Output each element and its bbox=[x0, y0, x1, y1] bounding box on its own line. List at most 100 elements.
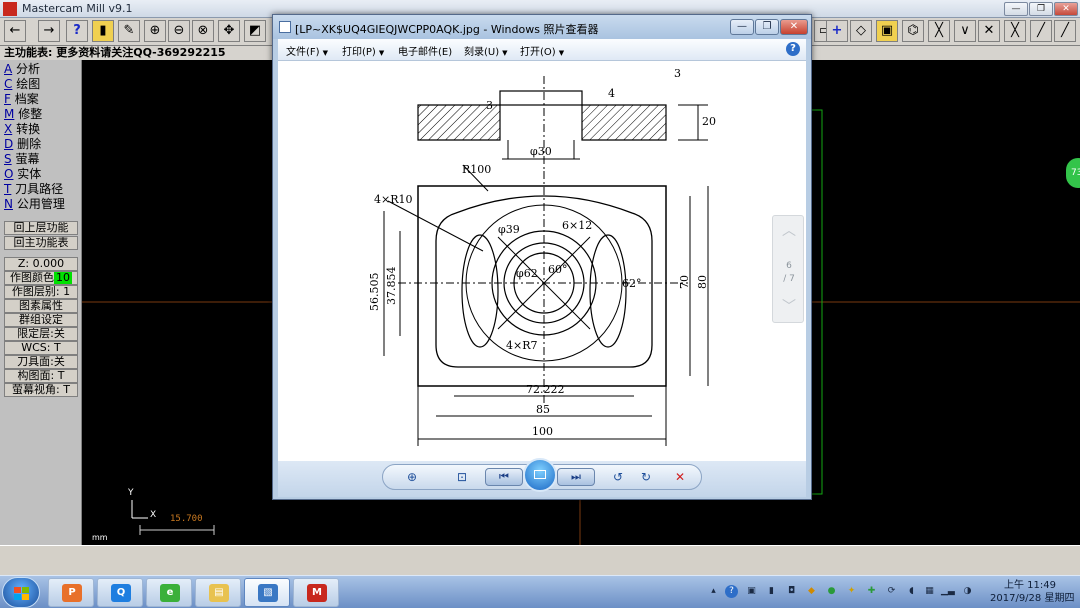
taskbar-qq[interactable]: Q bbox=[97, 578, 143, 607]
toolpath-2-icon[interactable]: ∨ bbox=[954, 20, 976, 42]
back-up-button[interactable]: 回上层功能 bbox=[4, 221, 78, 235]
menu-file[interactable]: 文件(F) ▼ bbox=[286, 43, 328, 58]
rotate-ccw-icon[interactable]: ↺ bbox=[609, 469, 627, 485]
viewer-maximize-button[interactable]: ❐ bbox=[755, 19, 779, 35]
line-2-icon[interactable]: ╱ bbox=[1054, 20, 1076, 42]
axis-y-label: Y bbox=[128, 488, 134, 498]
tray-shield-icon[interactable]: ◆ bbox=[805, 585, 818, 598]
zoom-window-icon[interactable]: ⊖ bbox=[168, 20, 190, 42]
file-icon[interactable]: ▮ bbox=[92, 20, 114, 42]
tray-expand-icon[interactable]: ▴ bbox=[707, 585, 720, 598]
tray-keyboard-icon[interactable]: ▦ bbox=[923, 585, 936, 598]
menu-item-nc-utils[interactable]: N 公用管理 bbox=[4, 197, 65, 212]
image-file-icon bbox=[279, 21, 291, 33]
toolpath-3-icon[interactable]: ✕ bbox=[978, 20, 1000, 42]
toolplane-button[interactable]: 刀具面:关 bbox=[4, 355, 78, 369]
page-up-icon[interactable]: ︿ bbox=[779, 224, 799, 238]
pdf-app-icon: P bbox=[62, 584, 82, 602]
tree-icon[interactable]: ⌬ bbox=[902, 20, 924, 42]
clock[interactable]: 上午 11:49 2017/9/28 星期四 bbox=[990, 579, 1075, 605]
menu-item-screen[interactable]: S 萤幕 bbox=[4, 152, 39, 167]
back-arrow-icon[interactable]: ← bbox=[4, 20, 26, 42]
next-button[interactable]: ⏭ bbox=[557, 468, 595, 486]
control-bar: ⊕ ⊡ ⏮ ⏭ ↺ ↻ ✕ bbox=[382, 458, 702, 492]
side-badge[interactable]: 73 bbox=[1066, 158, 1080, 188]
add-icon[interactable]: + bbox=[826, 20, 848, 42]
page-indicator: 6 / 7 bbox=[783, 261, 795, 284]
previous-button[interactable]: ⏮ bbox=[485, 468, 523, 486]
rotate-cw-icon[interactable]: ↻ bbox=[637, 469, 655, 485]
viewer-help-icon[interactable]: ? bbox=[786, 42, 800, 56]
tray-security-icon[interactable]: ● bbox=[825, 585, 838, 598]
system-tray: ▴ ? ▣ ▮ ◘ ◆ ● ✦ ✚ ⟳ ◖ ▦ ▁▃ ◑ bbox=[705, 576, 980, 608]
pan-icon[interactable]: ✥ bbox=[218, 20, 240, 42]
close-button[interactable]: ✕ bbox=[1054, 2, 1078, 16]
zoom-icon[interactable]: ⊕ bbox=[403, 469, 421, 485]
menu-open[interactable]: 打开(O) ▼ bbox=[520, 43, 564, 58]
dim-4: 4 bbox=[608, 87, 615, 100]
tray-network-icon[interactable]: ✦ bbox=[845, 585, 858, 598]
clock-date: 2017/9/28 星期四 bbox=[990, 593, 1075, 604]
edit-icon[interactable]: ✎ bbox=[118, 20, 140, 42]
select-icon[interactable]: ◩ bbox=[244, 20, 266, 42]
groups-button[interactable]: 群组设定 bbox=[4, 313, 78, 327]
menu-email[interactable]: 电子邮件(E) bbox=[398, 43, 452, 58]
tray-update-icon[interactable]: ✚ bbox=[865, 585, 878, 598]
forward-arrow-icon[interactable]: → bbox=[38, 20, 60, 42]
taskbar-pdf[interactable]: P bbox=[48, 578, 94, 607]
actual-size-icon[interactable]: ⊡ bbox=[453, 469, 471, 485]
zoom-icon[interactable]: ⊕ bbox=[144, 20, 166, 42]
color-button[interactable]: 作图颜色 10 bbox=[4, 271, 78, 285]
zoom-fit-icon[interactable]: ⊗ bbox=[192, 20, 214, 42]
taskbar-ie[interactable]: e bbox=[146, 578, 192, 607]
tray-volume-icon[interactable]: ◑ bbox=[961, 585, 974, 598]
z-depth-button[interactable]: Z: 0.000 bbox=[4, 257, 78, 271]
gview-button[interactable]: 萤幕视角: T bbox=[4, 383, 78, 397]
taskbar-photo-viewer[interactable]: ▧ bbox=[244, 578, 290, 607]
minimize-button[interactable]: — bbox=[1004, 2, 1028, 16]
tray-help-icon[interactable]: ? bbox=[725, 585, 738, 598]
tray-usb-icon[interactable]: ▮ bbox=[765, 585, 778, 598]
tray-speaker-icon[interactable]: ◖ bbox=[905, 585, 918, 598]
mask-button[interactable]: 限定层:关 bbox=[4, 327, 78, 341]
menu-item-file[interactable]: F 档案 bbox=[4, 92, 39, 107]
delete-icon[interactable]: ✕ bbox=[671, 469, 689, 485]
tray-device-icon[interactable]: ◘ bbox=[785, 585, 798, 598]
menu-burn[interactable]: 刻录(U) ▼ bbox=[464, 43, 508, 58]
menu-item-xform[interactable]: X 转换 bbox=[4, 122, 40, 137]
wcs-button[interactable]: WCS: T bbox=[4, 341, 78, 355]
taskbar-explorer[interactable]: ▤ bbox=[195, 578, 241, 607]
line-icon[interactable]: ╱ bbox=[1030, 20, 1052, 42]
image-display[interactable]: 3 3 4 20 φ30 R100 4×R10 φ39 6×12 φ62 60°… bbox=[278, 61, 806, 461]
main-menu-button[interactable]: 回主功能表 bbox=[4, 236, 78, 250]
toolpath-1-icon[interactable]: ╳ bbox=[928, 20, 950, 42]
page-down-icon[interactable]: ﹀ bbox=[779, 300, 799, 314]
tray-app-icon[interactable]: ▣ bbox=[745, 585, 758, 598]
taskbar-mastercam[interactable]: M bbox=[293, 578, 339, 607]
restore-button[interactable]: ❐ bbox=[1029, 2, 1053, 16]
menu-print[interactable]: 打印(P) ▼ bbox=[342, 43, 384, 58]
menu-item-analyze[interactable]: A 分析 bbox=[4, 62, 40, 77]
menu-item-solids[interactable]: O 实体 bbox=[4, 167, 41, 182]
solid-box-icon[interactable]: ▣ bbox=[876, 20, 898, 42]
slideshow-button[interactable] bbox=[523, 458, 557, 492]
menu-item-delete[interactable]: D 删除 bbox=[4, 137, 41, 152]
menu-item-modify[interactable]: M 修整 bbox=[4, 107, 42, 122]
dim-85: 85 bbox=[536, 403, 550, 416]
help-icon[interactable]: ? bbox=[66, 20, 88, 42]
attributes-button[interactable]: 图素属性 bbox=[4, 299, 78, 313]
toolpath-4-icon[interactable]: ╳ bbox=[1004, 20, 1026, 42]
dim-62deg: 62° bbox=[622, 277, 642, 290]
start-button[interactable] bbox=[2, 577, 40, 608]
cplane-button[interactable]: 构图面: T bbox=[4, 369, 78, 383]
level-button[interactable]: 作图层别: 1 bbox=[4, 285, 78, 299]
view-iso-icon[interactable]: ◇ bbox=[850, 20, 872, 42]
viewer-minimize-button[interactable]: — bbox=[730, 19, 754, 35]
dim-100: 100 bbox=[532, 425, 553, 438]
menu-item-toolpaths[interactable]: T 刀具路径 bbox=[4, 182, 63, 197]
tray-signal-icon[interactable]: ▁▃ bbox=[941, 585, 955, 598]
menu-item-create[interactable]: C 绘图 bbox=[4, 77, 40, 92]
tray-sync-icon[interactable]: ⟳ bbox=[885, 585, 898, 598]
taskbar: P Q e ▤ ▧ M ▴ ? ▣ ▮ ◘ ◆ ● ✦ ✚ ⟳ ◖ ▦ ▁▃ ◑… bbox=[0, 575, 1080, 608]
viewer-close-button[interactable]: ✕ bbox=[780, 19, 808, 35]
